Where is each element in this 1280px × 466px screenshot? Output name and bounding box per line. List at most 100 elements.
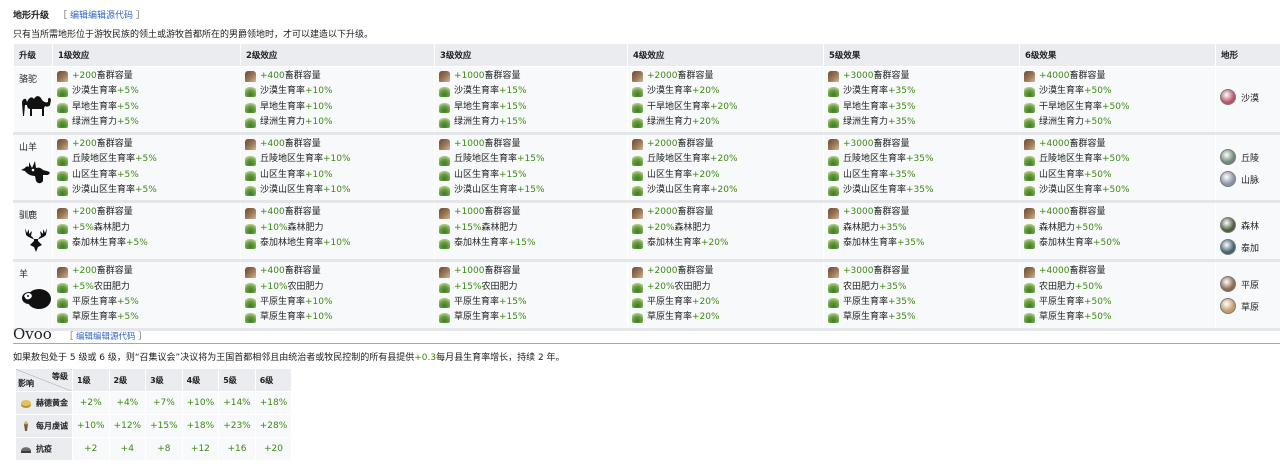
grass-icon — [632, 101, 643, 113]
grass-icon — [439, 117, 450, 129]
herd-icon — [57, 71, 68, 83]
effect-line: +3000 畜群容量 — [828, 264, 1015, 279]
effect-value: +20% — [710, 185, 738, 196]
effect-label: 沙漠生育率 — [843, 86, 889, 97]
effect-label: 农田肥力 — [481, 281, 518, 292]
effect-value: +400 — [260, 71, 285, 81]
effect-line: 旱地生育率 +35% — [828, 100, 1015, 115]
grass-icon — [1024, 312, 1035, 324]
level-header: 2级 — [108, 368, 147, 392]
effect-label: 畜群容量 — [96, 266, 133, 277]
effect-line: 山区生育率 +50% — [1024, 168, 1211, 183]
effect-value: +20% — [647, 222, 675, 233]
grass-icon — [57, 297, 68, 309]
effect-label: 泰加林生育率 — [1039, 237, 1094, 248]
effect-value: +10% — [260, 281, 288, 292]
effect-value: +400 — [260, 207, 285, 218]
table-row: 抗疫 +2 +4 +8 +12 +16 +20 — [15, 437, 293, 461]
effect-value: +5% — [117, 116, 139, 127]
herd-icon — [1024, 139, 1035, 151]
terrain-item[interactable]: 丘陵 — [1220, 147, 1276, 167]
grass-icon — [632, 86, 643, 98]
terrain-item[interactable]: 森林 — [1220, 215, 1276, 235]
effect-line: 丘陵地区生育率 +35% — [828, 152, 1015, 167]
effect-line: +400 畜群容量 — [245, 137, 430, 152]
effect-value: +35% — [888, 312, 916, 323]
grass-icon — [1024, 222, 1035, 234]
goat-icon — [19, 159, 53, 185]
effect-value: +5% — [126, 237, 148, 248]
effect-value: +2000 — [647, 71, 678, 81]
effect-value: +10% — [181, 391, 220, 415]
terrain-item[interactable]: 草原 — [1220, 296, 1276, 316]
effect-line: 山区生育率 +10% — [245, 168, 430, 183]
effect-label: 沙漠山区生育率 — [72, 185, 136, 196]
effect-line: +10% 森林肥力 — [245, 221, 430, 236]
effect-value: +10% — [305, 101, 333, 112]
herd-icon — [245, 139, 256, 151]
effect-value: +1000 — [454, 207, 485, 218]
edit-source-link[interactable]: ［ 编辑编辑源代码 ］ — [58, 11, 145, 21]
effect-value: +4000 — [1039, 139, 1070, 150]
effect-label: 畜群容量 — [96, 207, 133, 218]
effect-label: 草原生育率 — [647, 312, 693, 323]
grass-icon — [439, 281, 450, 293]
terrain-label: 山脉 — [1241, 175, 1260, 186]
effect-value: +1000 — [454, 266, 485, 277]
terrain-item[interactable]: 平原 — [1220, 274, 1276, 294]
herd-icon — [439, 139, 450, 151]
effect-value: +20% — [692, 86, 720, 97]
grass-icon — [828, 154, 839, 166]
terrain-item[interactable]: 沙漠 — [1220, 87, 1276, 107]
effect-line: +1000 畜群容量 — [439, 264, 623, 279]
upgrade-name-cell: 骆驼 — [13, 65, 53, 136]
effect-line: +2000 畜群容量 — [632, 205, 819, 220]
effect-line: 沙漠山区生育率 +50% — [1024, 183, 1211, 198]
grass-icon — [632, 297, 643, 309]
effect-line: 丘陵地区生育率 +15% — [439, 152, 623, 167]
herd-icon — [439, 266, 450, 278]
terrain-item[interactable]: 山脉 — [1220, 169, 1276, 189]
grass-icon — [828, 185, 839, 197]
effect-value: +200 — [72, 139, 97, 150]
upgrade-name-cell: 羊 — [13, 260, 53, 331]
effect-label: 旱地生育率 — [843, 101, 889, 112]
herd-icon — [57, 207, 68, 219]
grass-icon — [439, 169, 450, 181]
effect-value: +18% — [181, 414, 220, 438]
grass-icon — [1024, 169, 1035, 181]
herd-icon — [1024, 207, 1035, 219]
effect-label: 干旱地区生育率 — [647, 101, 711, 112]
level-effect-cell: +1000 畜群容量 +15% 农田肥力 平原生育率 +15% 草原生育率 +15% — [434, 260, 628, 331]
grass-icon — [632, 312, 643, 324]
effect-line: 沙漠生育率 +10% — [245, 84, 430, 99]
effect-label: 畜群容量 — [96, 139, 133, 150]
effect-label: 畜群容量 — [284, 71, 321, 81]
terrain-icon — [1220, 276, 1236, 293]
grass-icon — [1024, 154, 1035, 166]
effect-value: +4000 — [1039, 71, 1070, 81]
effect-value: +10% — [72, 414, 110, 438]
edit-source-link[interactable]: ［ 编辑编辑源代码 ］ — [65, 332, 147, 342]
effect-label: 泰加林生育率 — [72, 237, 127, 248]
effect-label: 沙漠山区生育率 — [1039, 185, 1103, 196]
effect-label: 农田肥力 — [843, 281, 880, 292]
effect-line: 绿洲生育力 +5% — [57, 115, 236, 130]
effect-value: +50% — [1093, 237, 1121, 248]
effect-line: 丘陵地区生育率 +50% — [1024, 152, 1211, 167]
effect-value: +5% — [135, 185, 157, 196]
effect-value: +15% — [499, 169, 527, 180]
effect-line: 沙漠生育率 +5% — [57, 84, 236, 99]
grass-icon — [245, 312, 256, 324]
effect-line: 山区生育率 +35% — [828, 168, 1015, 183]
effect-label: 旱地生育率 — [260, 101, 306, 112]
effect-label: 农田肥力 — [1039, 281, 1076, 292]
effect-value: +10% — [305, 312, 333, 323]
terrain-item[interactable]: 泰加 — [1220, 237, 1276, 257]
grass-icon — [828, 169, 839, 181]
herd-icon — [632, 139, 643, 151]
effect-label: 沙漠山区生育率 — [843, 185, 907, 196]
column-header: 升级 — [13, 43, 53, 67]
effect-value: +4 — [108, 437, 147, 461]
level-effect-cell: +2000 畜群容量 丘陵地区生育率 +20% 山区生育率 +20% 沙漠山区生育率 +20% — [627, 133, 824, 204]
